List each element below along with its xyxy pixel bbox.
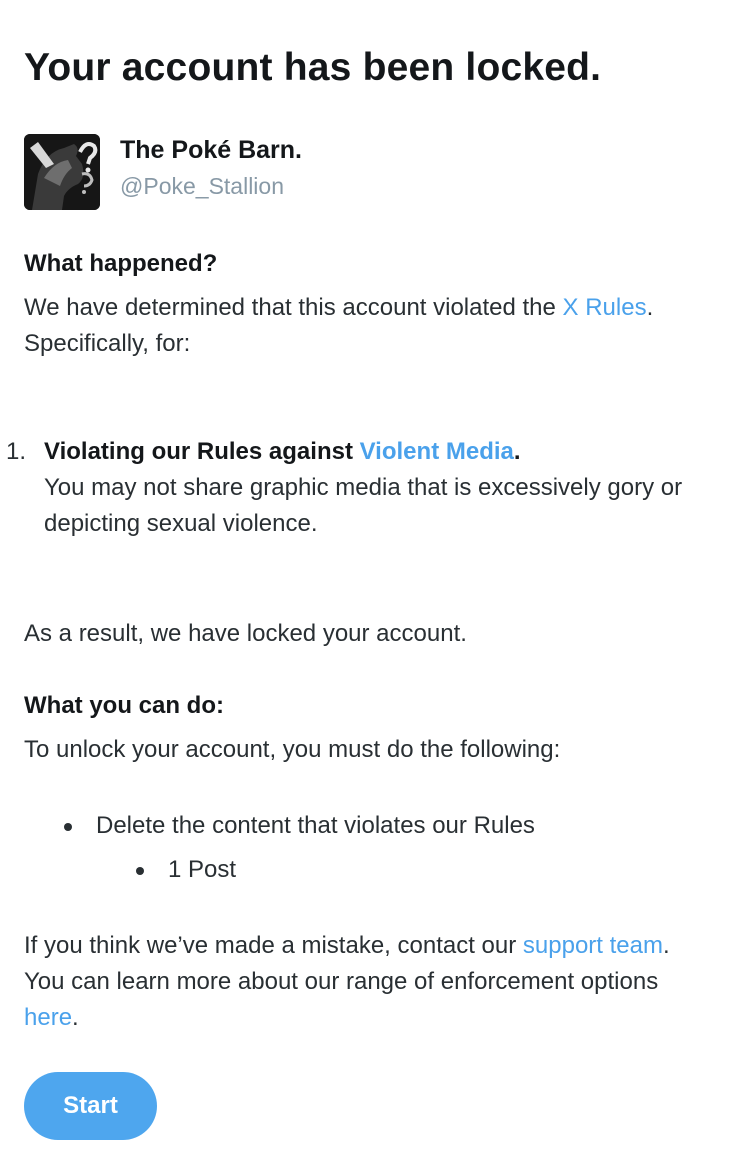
avatar-image (24, 134, 100, 210)
what-you-can-do-heading: What you can do: (24, 692, 224, 719)
step-label: Delete the content that violates our Rul… (96, 812, 535, 839)
violation-title-before: Violating our Rules against (44, 438, 360, 465)
account-display-name: The Poké Barn. (120, 136, 302, 164)
x-rules-link[interactable]: X Rules (563, 294, 647, 321)
what-happened-text-before: We have determined that this account vio… (24, 294, 563, 321)
result-text: As a result, we have locked your account… (24, 620, 467, 647)
what-happened-text: We have determined that this account vio… (24, 290, 714, 362)
account-handle: @Poke_Stallion (120, 173, 284, 199)
what-happened-heading: What happened? (24, 250, 218, 277)
account-card: The Poké Barn. @Poke_Stallion (24, 134, 524, 210)
bullet-icon (136, 867, 144, 875)
what-you-can-do-intro: To unlock your account, you must do the … (24, 736, 561, 763)
violation-title-after: . (513, 438, 521, 465)
step-subitem-label: 1 Post (168, 856, 237, 883)
mistake-text-3: . (72, 1004, 79, 1031)
violation-title: Violating our Rules against Violent Medi… (44, 434, 714, 470)
mistake-text-1: If you think we’ve made a mistake, conta… (24, 932, 523, 959)
mistake-text: If you think we’ve made a mistake, conta… (24, 928, 714, 1036)
violation-number: 1. (6, 438, 27, 465)
support-team-link[interactable]: support team (523, 932, 663, 959)
here-link[interactable]: here (24, 1004, 72, 1031)
violation-description: You may not share graphic media that is … (44, 474, 683, 537)
page-title: Your account has been locked. (24, 46, 602, 89)
bullet-icon (64, 823, 72, 831)
violent-media-link[interactable]: Violent Media (360, 438, 514, 465)
violation-body: Violating our Rules against Violent Medi… (44, 434, 714, 542)
start-button[interactable]: Start (24, 1072, 157, 1140)
avatar (24, 134, 100, 210)
